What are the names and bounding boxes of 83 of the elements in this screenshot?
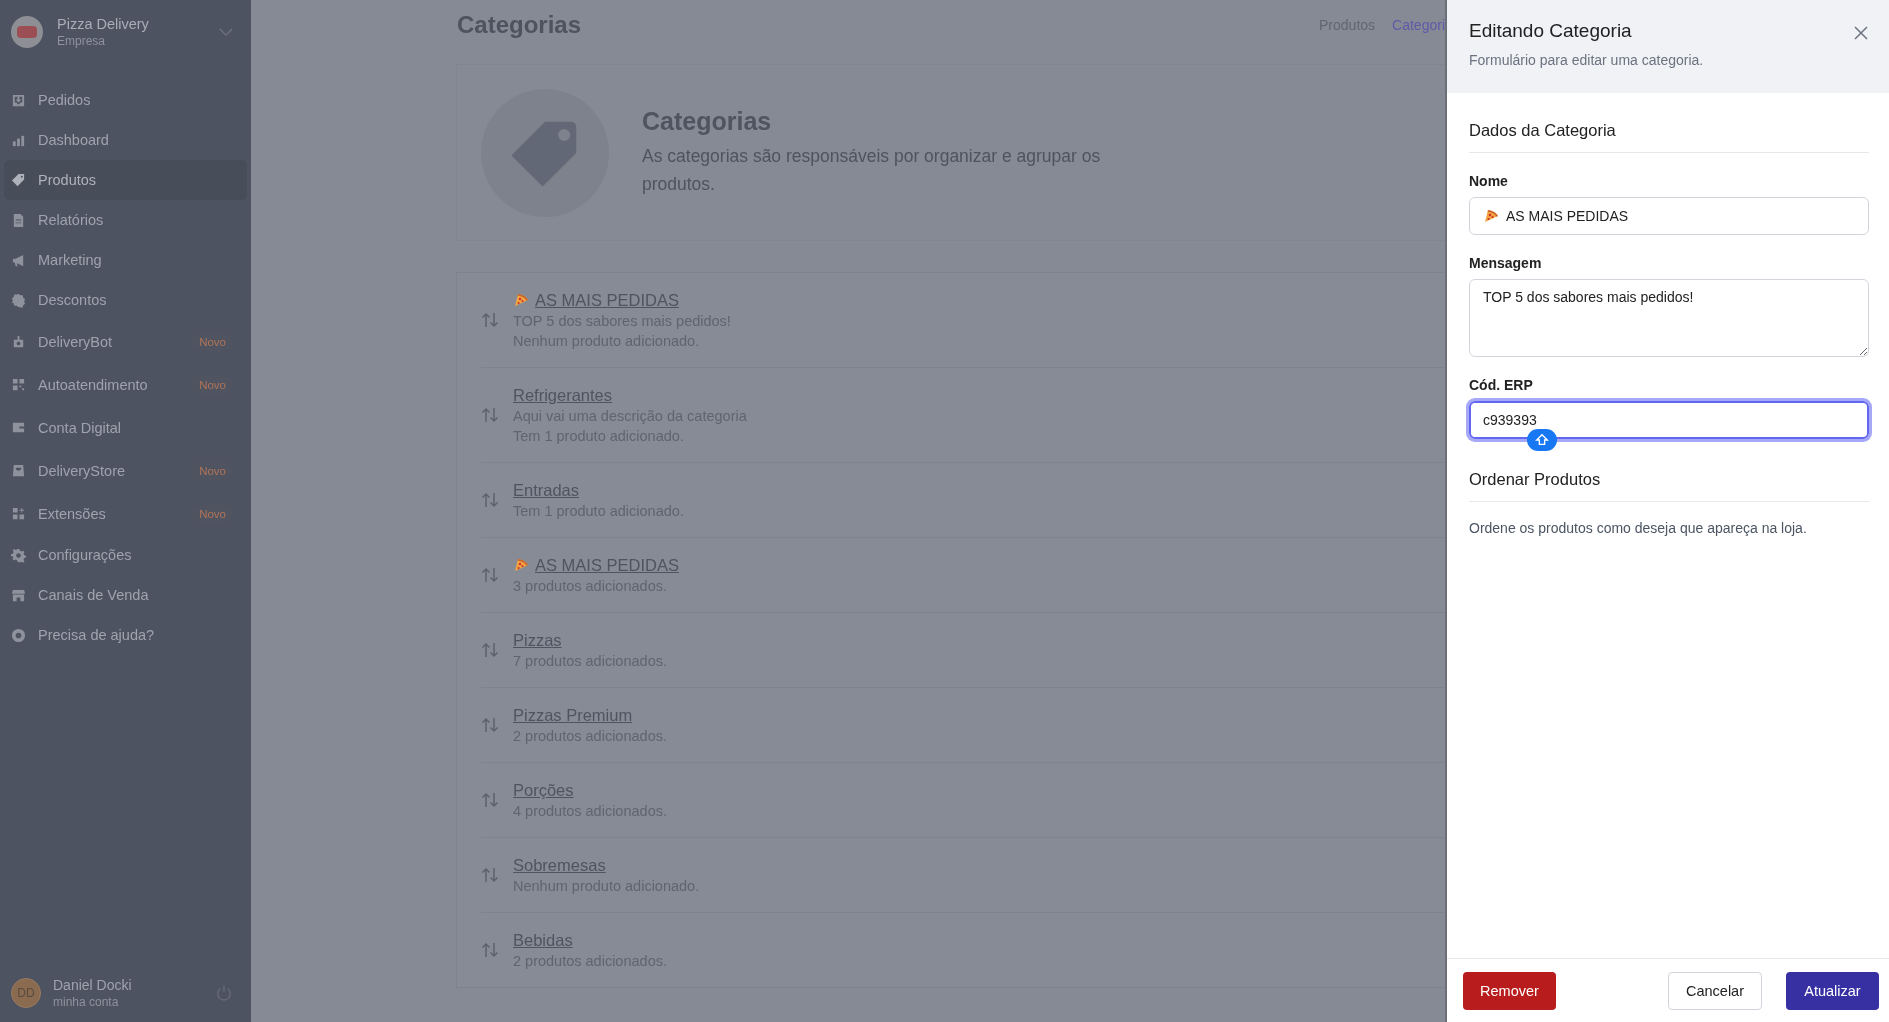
company-subtitle: Empresa (57, 34, 107, 48)
shopping-bag-icon (11, 463, 26, 478)
settings-icon (11, 547, 26, 563)
category-name-link[interactable]: AS MAIS PEDIDAS (535, 555, 679, 575)
category-name-link[interactable]: Porções (513, 780, 574, 800)
sidebar-item-label: DeliveryBot (38, 333, 114, 350)
sidebar-item-label: Pedidos (38, 92, 92, 108)
company-logo (11, 16, 43, 48)
sort-arrows-icon[interactable] (481, 492, 499, 508)
category-name-link[interactable]: AS MAIS PEDIDAS (535, 290, 679, 310)
panel-title: Editando Categoria (1469, 20, 1633, 42)
sidebar-item[interactable]: Descontos (4, 280, 247, 320)
wallet-icon (11, 420, 26, 435)
sort-arrows-icon[interactable] (481, 312, 499, 328)
sidebar-item[interactable]: Dashboard (4, 120, 247, 160)
section-description: Ordene os produtos como deseja que apareça na loja. (1469, 520, 1808, 536)
category-name-link[interactable]: Sobremesas (513, 855, 606, 875)
storefront-icon (11, 587, 26, 603)
sidebar-item[interactable]: Produtos (4, 160, 247, 200)
cancel-button[interactable]: Cancelar (1668, 971, 1762, 1010)
sidebar-item-label: Dashboard (38, 132, 110, 148)
lifebuoy-icon (11, 627, 26, 643)
category-name-link[interactable]: Pizzas (513, 630, 562, 650)
arrow-up-icon (1535, 433, 1549, 447)
close-icon[interactable] (1853, 25, 1869, 41)
sidebar-item[interactable]: DeliveryBot Novo (4, 320, 247, 363)
section-title: Ordenar Produtos (1469, 466, 1869, 502)
sidebar-item-label: Marketing (38, 252, 103, 268)
qr-code-icon (11, 377, 26, 392)
category-name-link[interactable]: Bebidas (513, 930, 573, 950)
sort-arrows-icon[interactable] (481, 792, 499, 808)
sidebar-item[interactable]: Conta Digital (4, 406, 247, 449)
field-label: Nome (1469, 173, 1509, 189)
category-name-link[interactable]: Entradas (513, 480, 580, 500)
sidebar-item[interactable]: Canais de Venda (4, 575, 247, 615)
company-name: Pizza Delivery (57, 16, 150, 32)
sort-arrows-icon[interactable] (481, 717, 499, 733)
power-icon[interactable] (215, 984, 233, 1002)
field-label: Mensagem (1469, 255, 1543, 271)
sidebar-item-label: Configurações (38, 547, 133, 563)
text-field[interactable]: c939393 (1469, 401, 1869, 439)
grid-plus-icon (11, 506, 26, 521)
sidebar-item[interactable]: Marketing (4, 240, 247, 280)
sidebar-item[interactable]: Autoatendimento Novo (4, 363, 247, 406)
hero-description: As categorias são responsáveis por organizar e agrupar os produtos. (642, 145, 1102, 196)
page-title: Categorias (457, 11, 582, 39)
section-title: Dados da Categoria (1469, 117, 1869, 153)
tag-icon (11, 172, 26, 188)
inbox-icon (11, 92, 26, 108)
megaphone-icon (11, 252, 26, 268)
sidebar-item-label: Canais de Venda (38, 587, 150, 603)
sort-arrows-icon[interactable] (481, 942, 499, 958)
sidebar-item-label: DeliveryStore (38, 462, 127, 479)
sidebar-item-label: Relatórios (38, 212, 105, 228)
sidebar-item-label: Autoatendimento (38, 376, 149, 393)
floating-helper-button[interactable] (1527, 429, 1557, 451)
sidebar-item[interactable]: Pedidos (4, 80, 247, 120)
panel-subtitle: Formulário para editar uma categoria. (1469, 52, 1704, 68)
update-button[interactable]: Atualizar (1786, 971, 1879, 1010)
sort-arrows-icon[interactable] (481, 567, 499, 583)
sidebar-item-label: Extensões (38, 505, 107, 522)
sort-arrows-icon[interactable] (481, 867, 499, 883)
category-name-link[interactable]: Pizzas Premium (513, 705, 633, 725)
sidebar-item[interactable]: Configurações (4, 535, 247, 575)
user-name: Daniel Docki (53, 977, 133, 993)
sidebar-item[interactable]: Extensões Novo (4, 492, 247, 535)
sidebar-item[interactable]: Precisa de ajuda? (4, 615, 247, 655)
sidebar-item-label: Precisa de ajuda? (38, 627, 156, 643)
sidebar-item[interactable]: DeliveryStore Novo (4, 449, 247, 492)
sort-arrows-icon[interactable] (481, 407, 499, 423)
user-subtitle: minha conta (53, 995, 120, 1009)
remove-button[interactable]: Remover (1463, 971, 1556, 1010)
message-field[interactable]: TOP 5 dos sabores mais pedidos! (1469, 279, 1869, 357)
sort-arrows-icon[interactable] (481, 642, 499, 658)
sidebar-item[interactable]: Relatórios (4, 200, 247, 240)
field-label: Cód. ERP (1469, 377, 1534, 393)
sidebar-item-label: Conta Digital (38, 419, 122, 436)
sidebar-item-label: Descontos (38, 292, 108, 308)
text-field[interactable]: AS MAIS PEDIDAS (1469, 197, 1869, 235)
chevron-down-icon[interactable] (219, 27, 233, 37)
document-icon (11, 212, 26, 228)
sidebar-item-label: Produtos (38, 172, 98, 188)
category-name-link[interactable]: Refrigerantes (513, 385, 613, 405)
